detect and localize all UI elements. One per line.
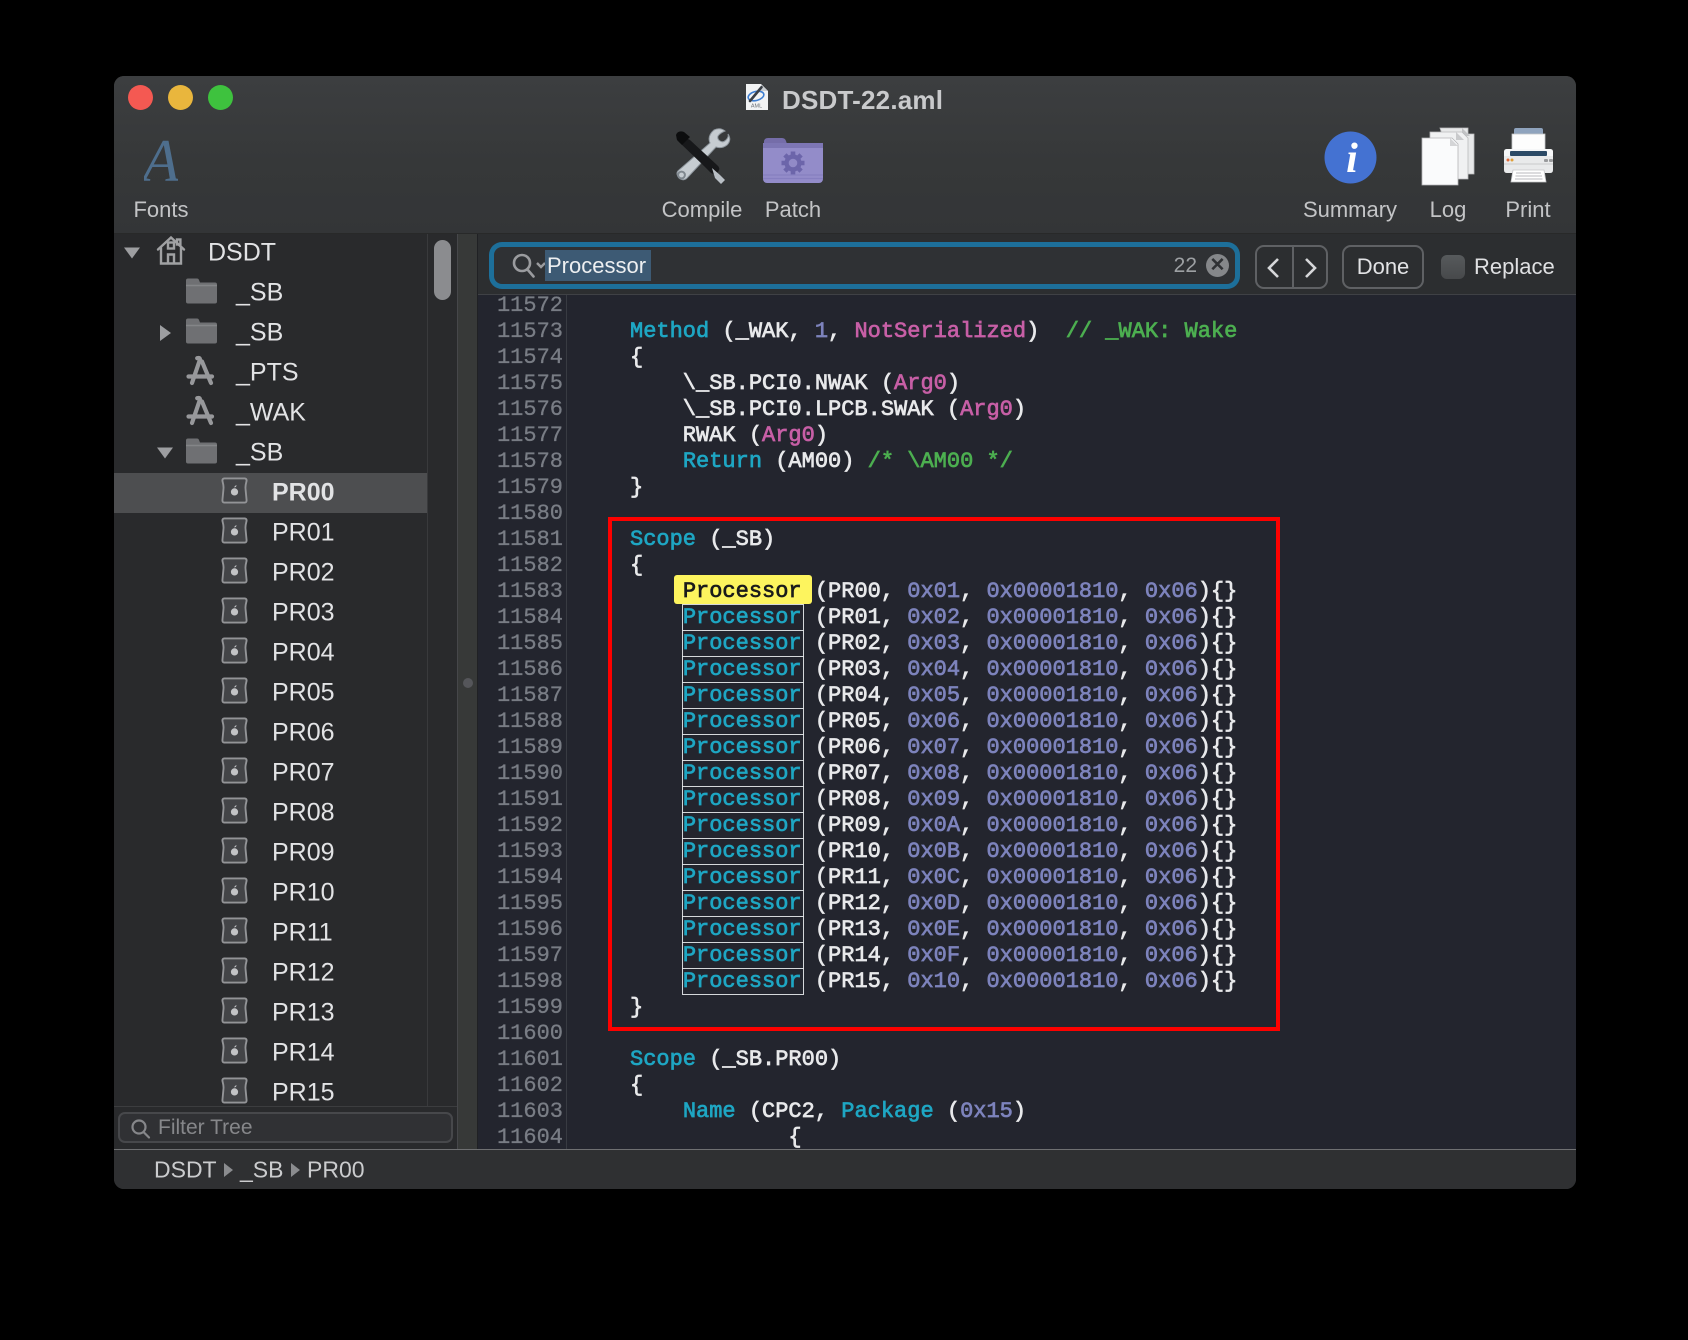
svg-text:i: i (1346, 136, 1358, 182)
svg-text:A: A (144, 134, 178, 186)
svg-text:AML: AML (751, 104, 762, 110)
